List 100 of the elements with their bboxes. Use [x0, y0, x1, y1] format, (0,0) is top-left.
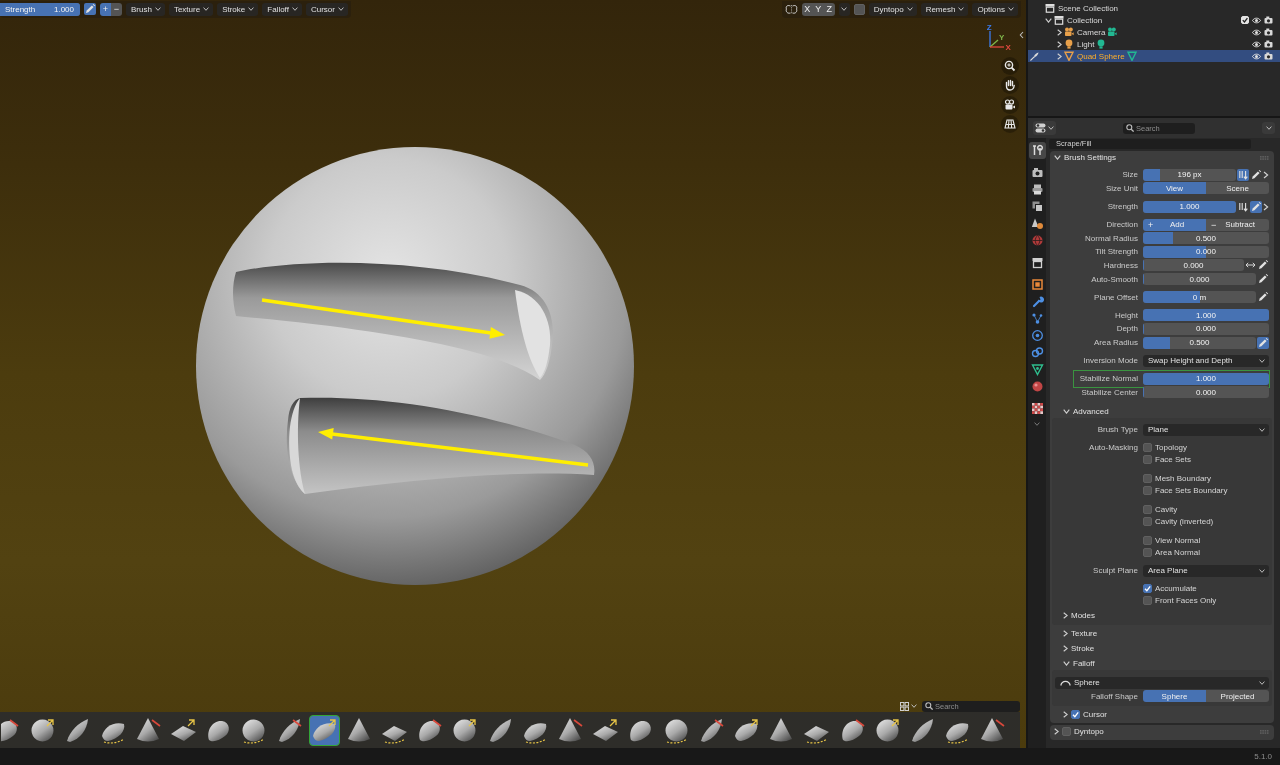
- checkbox[interactable]: [853, 3, 865, 15]
- paintbrush-icon[interactable]: [1030, 51, 1039, 61]
- pen-icon[interactable]: [1257, 336, 1269, 349]
- subpanel-header[interactable]: Texture: [1050, 627, 1274, 641]
- eye-icon[interactable]: [1252, 40, 1261, 48]
- chevron-left-icon[interactable]: [1019, 31, 1024, 39]
- menu-button[interactable]: Texture: [168, 2, 214, 16]
- zoom-icon[interactable]: [1001, 57, 1019, 75]
- pen-icon[interactable]: [1250, 200, 1262, 213]
- menu-button[interactable]: Falloff: [262, 2, 302, 16]
- checkbox[interactable]: [1143, 596, 1152, 606]
- chevron-right-icon[interactable]: [1063, 611, 1068, 619]
- checkbox[interactable]: [1143, 473, 1152, 483]
- camera-icon[interactable]: [1264, 16, 1273, 24]
- dropdown[interactable]: Sphere: [1055, 676, 1269, 689]
- camera-icon[interactable]: [1264, 52, 1273, 60]
- dropdown[interactable]: Area Plane: [1143, 564, 1269, 577]
- eye-icon[interactable]: [1252, 52, 1261, 60]
- toggle-button[interactable]: + Add: [1143, 218, 1206, 231]
- dropdown[interactable]: Plane: [1143, 423, 1269, 436]
- checkbox[interactable]: [1143, 504, 1152, 514]
- pen-icon[interactable]: [1257, 273, 1269, 286]
- subpanel-header[interactable]: Stroke: [1050, 642, 1274, 656]
- toggle-button[interactable]: View: [1143, 182, 1206, 195]
- bars-arrow-icon[interactable]: [1237, 200, 1249, 213]
- checkbox[interactable]: [1143, 486, 1152, 496]
- chevron-right-icon[interactable]: [1063, 645, 1068, 653]
- slider-field[interactable]: 0.000: [1143, 322, 1269, 335]
- outliner-item[interactable]: Collection: [1028, 14, 1280, 26]
- chevron-right-icon[interactable]: [1054, 728, 1059, 736]
- checkbox[interactable]: [1143, 535, 1152, 545]
- camera-icon[interactable]: [1264, 40, 1273, 48]
- chevron-right-icon[interactable]: [1263, 170, 1269, 179]
- direction-button[interactable]: +: [100, 2, 111, 16]
- dropdown-button[interactable]: [838, 2, 850, 16]
- double-arrow-icon[interactable]: [1245, 262, 1256, 269]
- eye-icon[interactable]: [1252, 16, 1261, 24]
- subpanel-header[interactable]: Advanced: [1050, 404, 1274, 418]
- camera-icon[interactable]: [1264, 28, 1273, 36]
- toggle-button[interactable]: Scene: [1206, 182, 1269, 195]
- axis-toggle[interactable]: X: [801, 2, 813, 16]
- checkbox[interactable]: [1071, 710, 1080, 720]
- slider-field[interactable]: 1.000: [1143, 372, 1269, 385]
- menu-button[interactable]: Remesh: [920, 2, 969, 16]
- outliner-item[interactable]: Quad Sphere: [1028, 50, 1280, 62]
- slider-field[interactable]: 0.000: [1143, 245, 1269, 258]
- direction-button[interactable]: −: [111, 2, 122, 16]
- toggle-button[interactable]: Sphere: [1143, 690, 1206, 703]
- menu-button[interactable]: Brush: [126, 2, 165, 16]
- dropdown[interactable]: Swap Height and Depth: [1143, 354, 1269, 367]
- checkbox[interactable]: [1143, 583, 1152, 593]
- toggle-button[interactable]: Projected: [1206, 690, 1269, 703]
- checkbox[interactable]: [1143, 455, 1152, 465]
- subpanel-header[interactable]: Modes: [1052, 608, 1269, 622]
- camera-icon[interactable]: [1001, 95, 1019, 114]
- slider-field[interactable]: 1.000: [1143, 200, 1236, 213]
- checkbox[interactable]: [1143, 548, 1152, 558]
- view-menu-button[interactable]: [898, 700, 918, 712]
- panel-header[interactable]: Brush Settings: [1050, 151, 1274, 164]
- chevron-right-icon[interactable]: [1057, 40, 1062, 48]
- outliner-item[interactable]: Light: [1028, 38, 1280, 50]
- strength-slider[interactable]: Strength 1.000: [0, 2, 80, 16]
- slider-field[interactable]: 0.500: [1143, 336, 1256, 349]
- checkbox[interactable]: [1241, 16, 1249, 24]
- checkbox[interactable]: [1062, 727, 1071, 737]
- slider-field[interactable]: 0 m: [1143, 291, 1256, 304]
- toggle-button[interactable]: − Subtract: [1206, 218, 1269, 231]
- panel-header[interactable]: Dyntopo: [1050, 725, 1274, 739]
- slider-field[interactable]: 0.000: [1143, 273, 1256, 286]
- eye-icon[interactable]: [1252, 28, 1261, 36]
- outliner-item[interactable]: Camera: [1028, 26, 1280, 38]
- checkbox[interactable]: [1143, 517, 1152, 527]
- chevron-right-icon[interactable]: [1063, 630, 1068, 638]
- pen-icon[interactable]: [1257, 259, 1269, 272]
- brush-icon[interactable]: [308, 714, 340, 746]
- editor-type-button[interactable]: [1033, 121, 1056, 135]
- slider-field[interactable]: 0.000: [1143, 386, 1269, 399]
- menu-button[interactable]: Stroke: [217, 2, 259, 16]
- subpanel-header[interactable]: Falloff: [1050, 657, 1274, 671]
- bars-arrow-icon[interactable]: [1237, 168, 1249, 181]
- chevron-right-icon[interactable]: [1263, 202, 1269, 211]
- menu-button[interactable]: Dyntopo: [868, 2, 917, 16]
- properties-tab[interactable]: [1028, 141, 1046, 159]
- drag-handle-icon[interactable]: [1260, 155, 1269, 160]
- pen-icon[interactable]: [1257, 291, 1269, 304]
- subpanel-header[interactable]: Cursor: [1050, 708, 1274, 722]
- chevron-right-icon[interactable]: [1063, 711, 1068, 719]
- slider-field[interactable]: 196 px: [1143, 168, 1236, 181]
- axis-toggle[interactable]: Y: [812, 2, 824, 16]
- checkbox[interactable]: [1143, 442, 1152, 452]
- pen-icon[interactable]: [1250, 168, 1262, 181]
- slider-field[interactable]: 1.000: [1143, 309, 1269, 322]
- hand-icon[interactable]: [1001, 76, 1019, 95]
- slider-field[interactable]: 0.500: [1143, 232, 1269, 245]
- symmetry-icon[interactable]: [784, 3, 798, 15]
- chevron-right-icon[interactable]: [1057, 52, 1062, 60]
- menu-button[interactable]: Cursor: [305, 2, 348, 16]
- grid-icon[interactable]: [1001, 114, 1019, 133]
- slider-field[interactable]: 0.000: [1143, 259, 1244, 272]
- outliner-item[interactable]: Scene Collection: [1028, 2, 1280, 14]
